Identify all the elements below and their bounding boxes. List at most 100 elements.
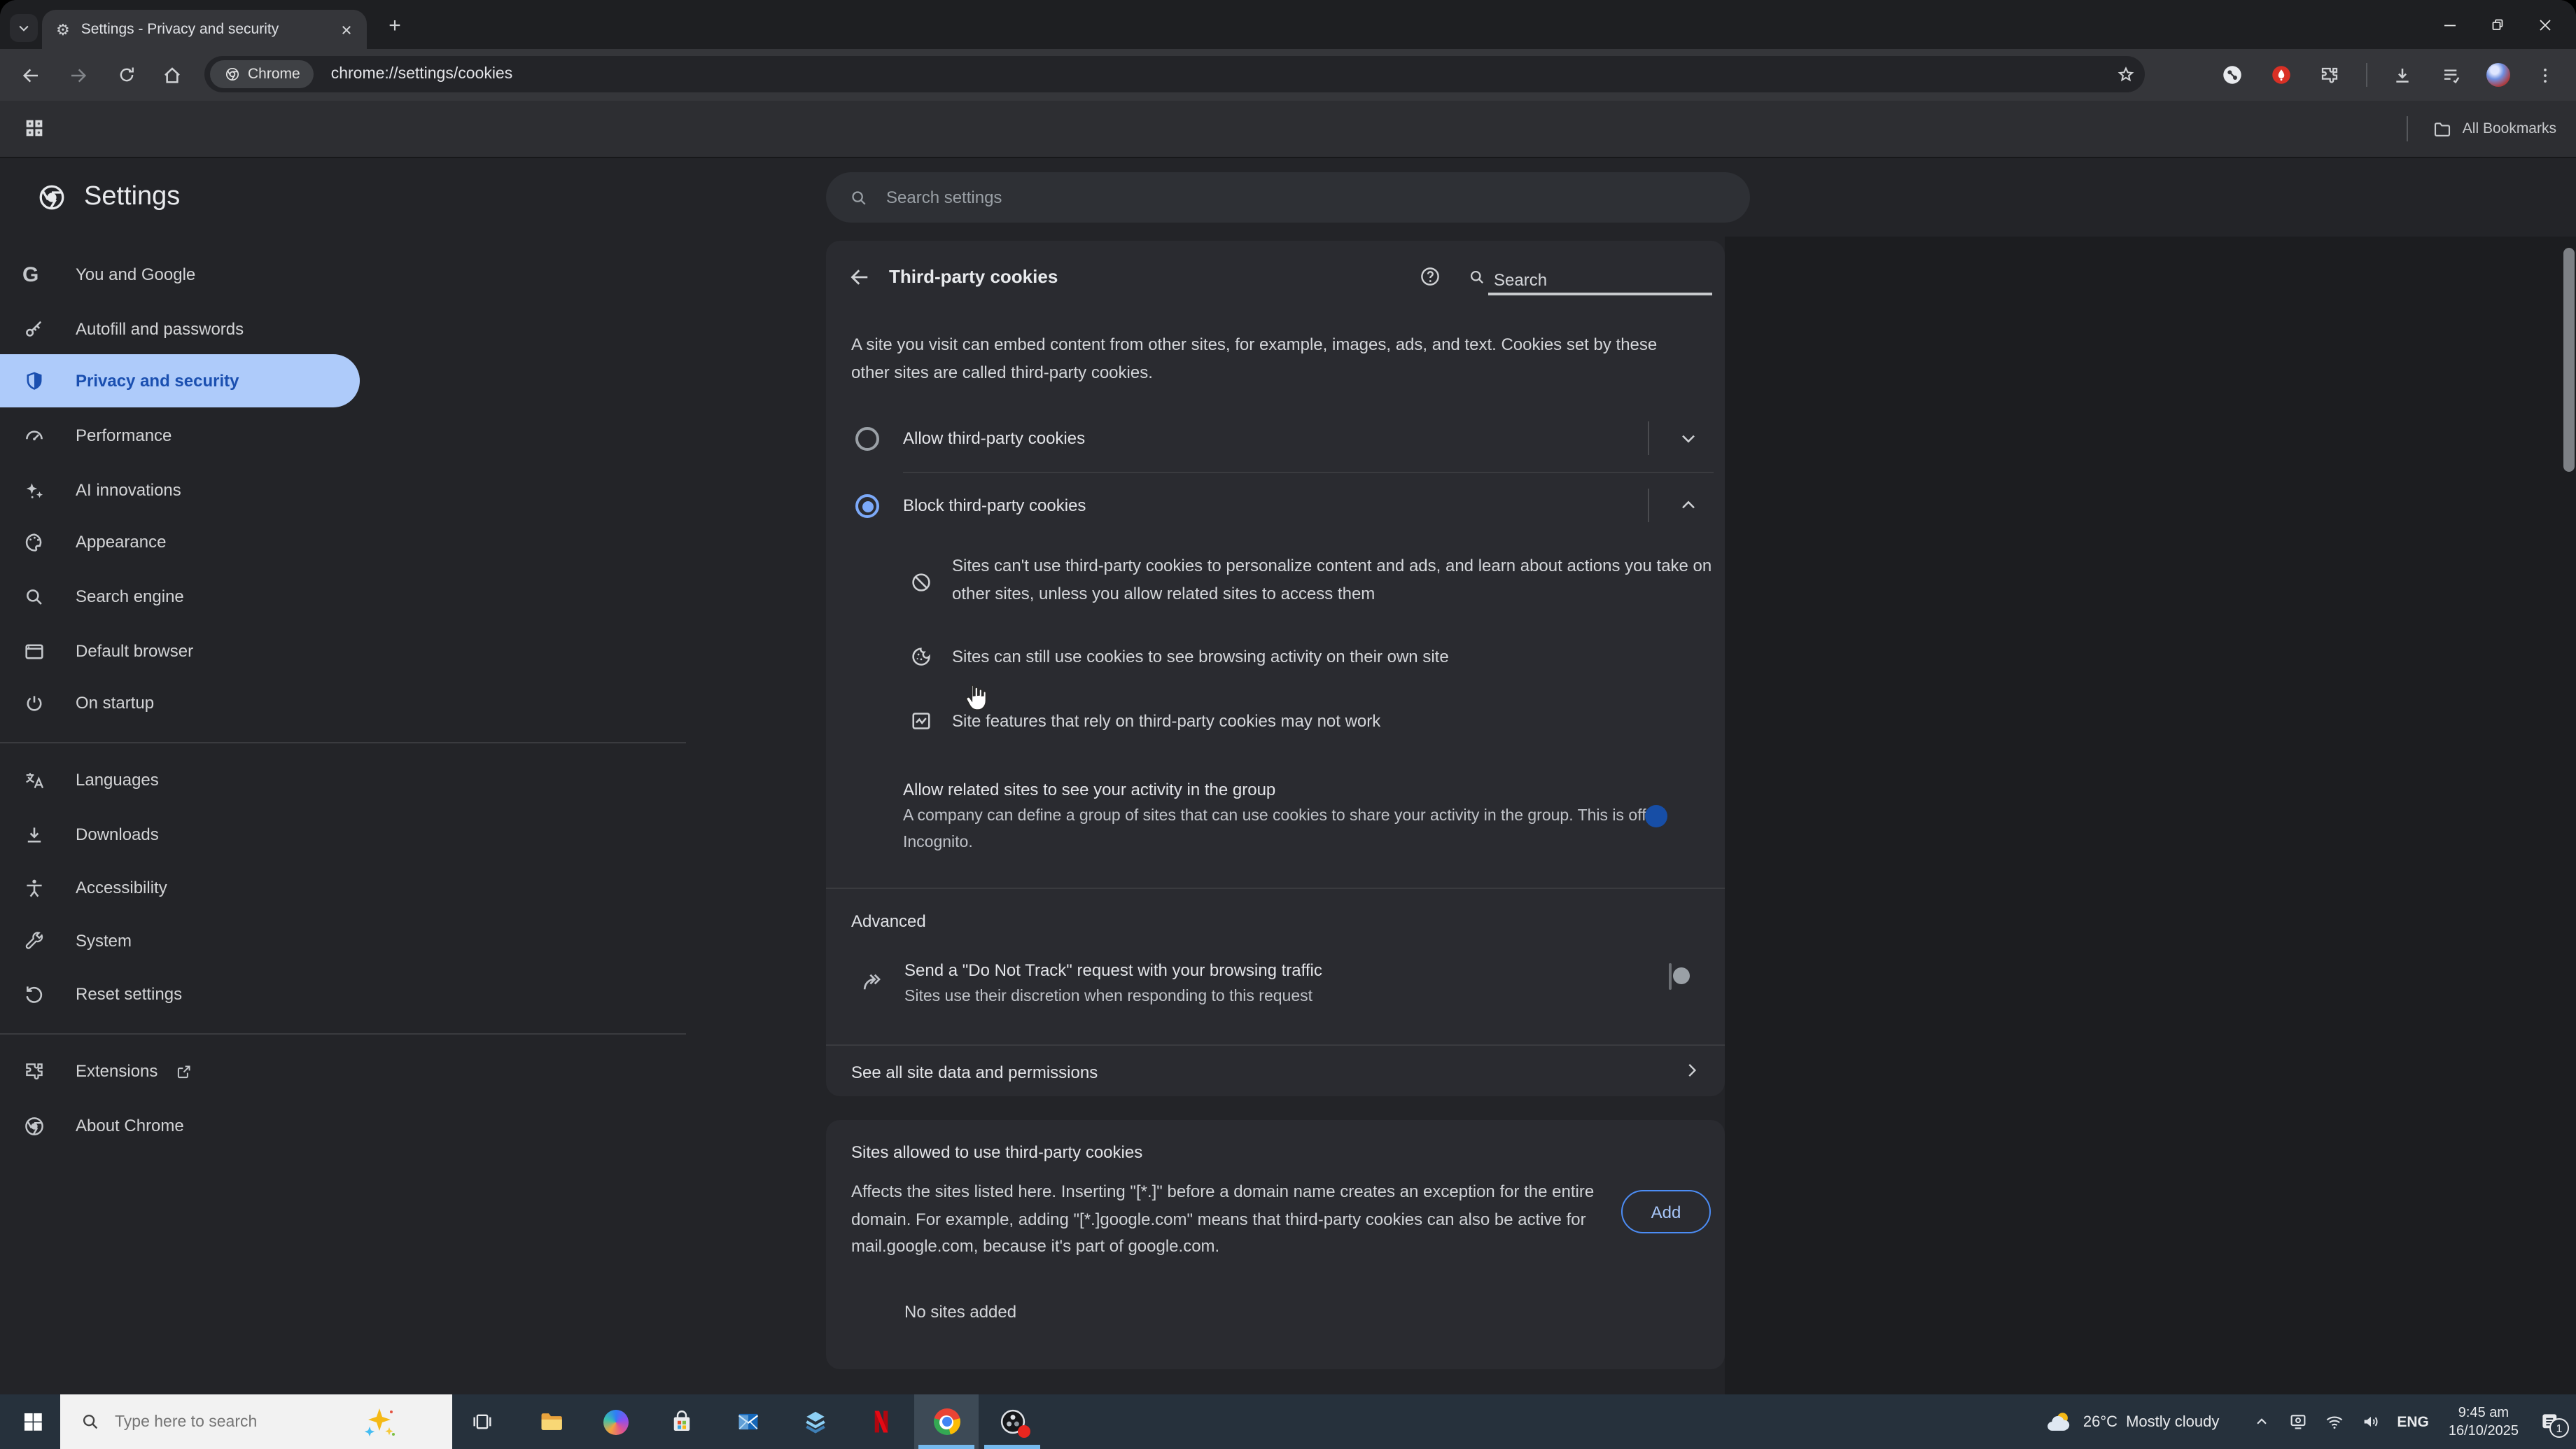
chevron-up-icon[interactable] — [1677, 494, 1700, 517]
task-view-icon[interactable] — [449, 1394, 514, 1449]
sidebar-item-label: Downloads — [76, 825, 159, 844]
url-text[interactable]: chrome://settings/cookies — [331, 66, 2106, 83]
chrome-logo-icon — [22, 1114, 76, 1138]
forward-icon[interactable] — [62, 49, 95, 101]
downloads-icon[interactable] — [2386, 49, 2419, 101]
tray-clock[interactable]: 9:45 am 16/10/2025 — [2449, 1404, 2519, 1440]
back-arrow-icon[interactable] — [847, 265, 872, 290]
sparkle-icon — [22, 478, 76, 502]
sidebar-item-search-engine[interactable]: Search engine — [0, 570, 360, 623]
adblock-extension-icon[interactable] — [2264, 49, 2297, 101]
block-radio[interactable] — [855, 494, 879, 518]
settings-search-box[interactable] — [826, 172, 1750, 223]
external-link-icon — [174, 1062, 192, 1080]
sidebar-item-label: AI innovations — [76, 480, 181, 500]
wifi-icon[interactable] — [2324, 1411, 2345, 1432]
sidebar-item-extensions[interactable]: Extensions — [0, 1044, 360, 1098]
extensions-puzzle-icon[interactable] — [2313, 49, 2346, 101]
tab-search-button[interactable] — [10, 14, 38, 42]
chrome-settings-logo — [36, 182, 67, 213]
copilot-sparkle-icon[interactable] — [361, 1404, 398, 1440]
chevron-down-icon — [19, 25, 29, 31]
back-icon[interactable] — [14, 49, 48, 101]
tab-close-icon[interactable] — [333, 17, 358, 42]
file-explorer-icon[interactable] — [518, 1394, 582, 1449]
block-cookies-option[interactable]: Block third-party cookies — [826, 473, 1725, 539]
page-scrollbar[interactable] — [2563, 248, 2575, 472]
sidebar-item-system[interactable]: System — [0, 914, 360, 967]
netflix-icon[interactable] — [848, 1394, 913, 1449]
chrome-taskbar-icon[interactable] — [914, 1394, 979, 1449]
layers-app-icon[interactable] — [783, 1394, 847, 1449]
start-button[interactable] — [0, 1394, 64, 1449]
chevron-down-icon[interactable] — [1677, 427, 1700, 449]
sidebar-item-label: Reset settings — [76, 984, 183, 1004]
apps-grid-icon[interactable] — [22, 116, 46, 140]
profile-avatar[interactable] — [2481, 49, 2514, 101]
copilot-app-icon[interactable] — [584, 1394, 648, 1449]
reload-icon[interactable] — [109, 49, 143, 101]
home-icon[interactable] — [155, 49, 189, 101]
notification-center-icon[interactable]: 1 — [2538, 1410, 2569, 1438]
extension-circle-icon[interactable] — [2215, 49, 2248, 101]
sidebar-item-label: Languages — [76, 770, 159, 790]
tray-language[interactable]: ENG — [2397, 1413, 2429, 1430]
sidebar-item-about-chrome[interactable]: About Chrome — [0, 1099, 360, 1152]
browser-tab[interactable]: ⚙ Settings - Privacy and security — [42, 10, 367, 49]
sidebar-item-default-browser[interactable]: Default browser — [0, 624, 360, 678]
sidebar-item-you-and-google[interactable]: G You and Google — [0, 248, 360, 301]
sidebar-item-label: Extensions — [76, 1061, 158, 1081]
sidebar-item-downloads[interactable]: Downloads — [0, 808, 360, 861]
bookmarks-separator — [2406, 116, 2408, 141]
find-in-page-label[interactable]: Search — [1494, 266, 1547, 294]
tray-chevron-up-icon[interactable] — [2253, 1413, 2271, 1431]
speaker-icon[interactable] — [2360, 1411, 2381, 1432]
close-button[interactable] — [2537, 16, 2554, 33]
chevron-right-icon — [1681, 1060, 1702, 1081]
download-icon — [22, 822, 76, 846]
cookie-icon — [909, 644, 934, 669]
obs-studio-icon[interactable] — [980, 1394, 1044, 1449]
see-all-site-data-row[interactable]: See all site data and permissions — [826, 1046, 1725, 1096]
all-bookmarks-button[interactable]: All Bookmarks — [2406, 101, 2556, 157]
address-bar[interactable]: Chrome chrome://settings/cookies — [204, 56, 2145, 92]
sidebar-item-autofill[interactable]: Autofill and passwords — [0, 302, 360, 356]
minimize-button[interactable] — [2442, 16, 2458, 33]
weather-icon[interactable] — [2044, 1406, 2075, 1437]
sidebar-item-performance[interactable]: Performance — [0, 409, 360, 462]
menu-icon[interactable] — [2528, 49, 2562, 101]
settings-search-input[interactable] — [883, 186, 1673, 209]
reading-list-icon[interactable] — [2435, 49, 2468, 101]
find-underline — [1488, 293, 1712, 295]
sidebar-item-on-startup[interactable]: On startup — [0, 676, 360, 729]
allowed-sites-title: Sites allowed to use third-party cookies — [851, 1142, 1143, 1162]
site-chip[interactable]: Chrome — [210, 60, 314, 88]
virtual-cam-icon[interactable] — [2288, 1411, 2309, 1432]
sidebar-item-appearance[interactable]: Appearance — [0, 515, 360, 568]
sidebar-item-reset-settings[interactable]: Reset settings — [0, 967, 360, 1021]
restore-button[interactable] — [2489, 16, 2506, 33]
help-icon[interactable] — [1418, 265, 1442, 288]
tray-condition[interactable]: Mostly cloudy — [2126, 1413, 2219, 1430]
taskbar-search-box[interactable] — [60, 1394, 452, 1449]
accessibility-icon — [22, 876, 76, 899]
tray-temperature[interactable]: 26°C — [2083, 1413, 2118, 1430]
bookmark-star-icon[interactable] — [2106, 64, 2145, 85]
sidebar-item-accessibility[interactable]: Accessibility — [0, 861, 360, 914]
microsoft-store-icon[interactable] — [650, 1394, 714, 1449]
add-site-button[interactable]: Add — [1621, 1190, 1711, 1233]
sidebar-item-privacy-and-security[interactable]: Privacy and security — [0, 354, 360, 407]
mail-icon[interactable] — [715, 1394, 780, 1449]
new-tab-button[interactable]: + — [381, 11, 409, 39]
allow-radio[interactable] — [855, 427, 879, 451]
allow-option-label: Allow third-party cookies — [903, 428, 1086, 448]
taskbar-search-input[interactable] — [112, 1412, 356, 1432]
block-detail-text: Site features that rely on third-party c… — [952, 711, 1381, 731]
page-description: A site you visit can embed content from … — [851, 335, 1658, 382]
allow-cookies-option[interactable]: Allow third-party cookies — [826, 406, 1725, 472]
sidebar-item-ai-innovations[interactable]: AI innovations — [0, 463, 360, 517]
find-in-page-icon — [1467, 267, 1487, 287]
sidebar-item-label: Accessibility — [76, 878, 167, 897]
sidebar-item-languages[interactable]: Languages — [0, 753, 360, 806]
do-not-track-toggle[interactable] — [1669, 963, 1672, 990]
